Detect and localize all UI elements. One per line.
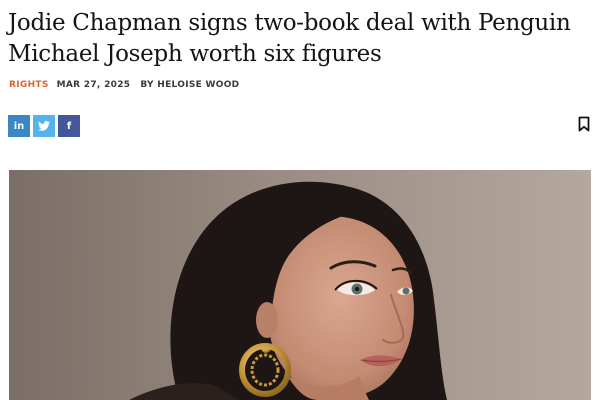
twitter-share-button[interactable] bbox=[33, 115, 55, 137]
article-meta: RIGHTS MAR 27, 2025 BY HELOISE WOOD bbox=[9, 79, 239, 91]
portrait-photo bbox=[9, 170, 591, 400]
twitter-icon bbox=[38, 121, 50, 131]
author-byline[interactable]: BY HELOISE WOOD bbox=[140, 80, 239, 90]
linkedin-share-button[interactable]: in bbox=[8, 115, 30, 137]
bookmark-button[interactable] bbox=[577, 116, 591, 132]
hero-photo bbox=[9, 170, 591, 400]
article-page: Jodie Chapman signs two-book deal with P… bbox=[0, 0, 600, 400]
bookmark-icon bbox=[578, 116, 590, 132]
linkedin-icon: in bbox=[13, 120, 25, 132]
share-buttons: in f bbox=[8, 115, 80, 137]
article-headline: Jodie Chapman signs two-book deal with P… bbox=[8, 10, 571, 67]
facebook-share-button[interactable]: f bbox=[58, 115, 80, 137]
category-link[interactable]: RIGHTS bbox=[9, 80, 49, 90]
publish-date: MAR 27, 2025 bbox=[56, 80, 131, 90]
facebook-icon: f bbox=[66, 120, 72, 132]
